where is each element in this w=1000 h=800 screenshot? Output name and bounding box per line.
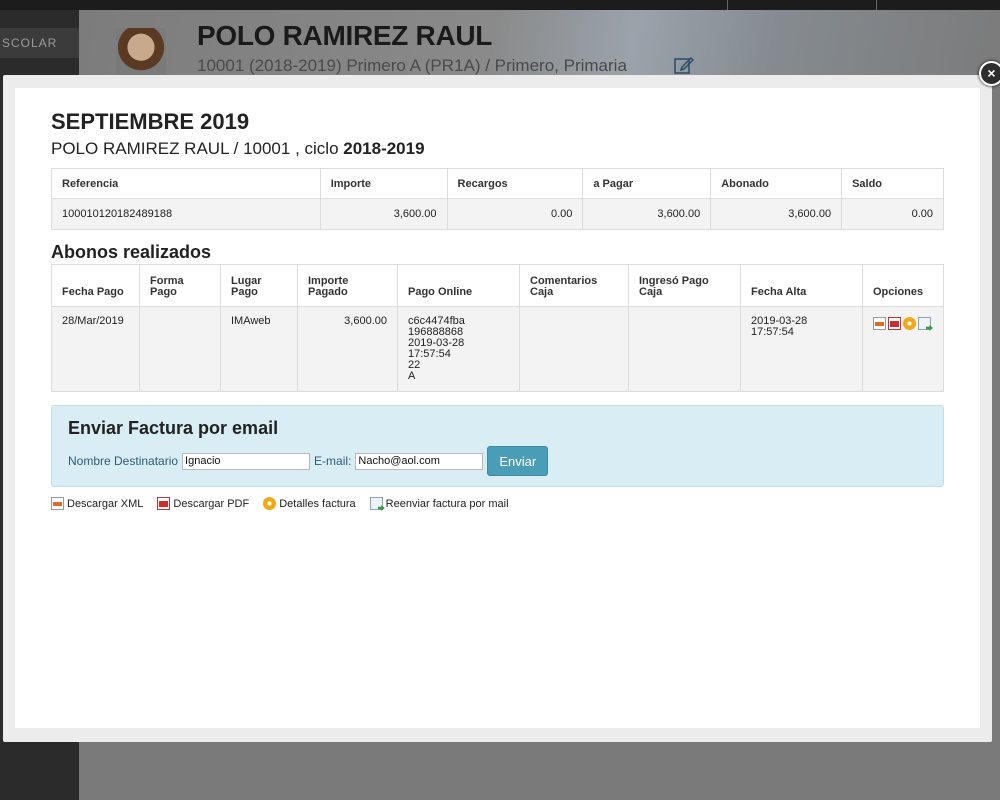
summary-header: Recargos: [446, 168, 584, 199]
summary-header-row: Referencia Importe Recargos a Pagar Abon…: [51, 168, 944, 199]
student-enrollment: 10001 (2018-2019) Primero A (PR1A) / Pri…: [197, 56, 627, 75]
mail-forward-icon: [369, 497, 383, 510]
summary-header: Referencia: [51, 168, 321, 199]
top-bar-divider: [727, 0, 728, 10]
close-icon[interactable]: ×: [979, 61, 1000, 86]
summary-header: Saldo: [841, 168, 944, 199]
invoice-actions: Descargar XML Descargar PDF Detalles fac…: [51, 497, 509, 510]
abonos-header: Pago Online: [397, 264, 520, 307]
top-bar-divider: [876, 0, 877, 10]
subtitle-cycle: 2018-2019: [343, 139, 425, 158]
top-bar: [79, 0, 1000, 10]
summary-header: Importe: [319, 168, 448, 199]
a-pagar-cell: 3,600.00: [582, 198, 712, 230]
subtitle-student: POLO RAMIREZ RAUL / 10001 , ciclo: [51, 139, 344, 158]
student-name: POLO RAMIREZ RAUL: [197, 20, 493, 51]
recargos-cell: 0.00: [446, 198, 584, 230]
pago-online-cell: c6c4474fba 196888868 2019-03-28 17:57:54…: [397, 306, 520, 392]
lugar-pago-cell: IMAweb: [220, 306, 298, 392]
pdf-file-icon: [157, 497, 171, 510]
xml-file-icon[interactable]: [873, 317, 886, 330]
modal-body: SEPTIEMBRE 2019 POLO RAMIREZ RAUL / 1000…: [15, 88, 980, 728]
recipient-name-label: Nombre Destinatario: [68, 454, 179, 468]
email-label: E-mail:: [314, 454, 352, 468]
saldo-cell: 0.00: [841, 198, 944, 230]
comentarios-caja-cell: [519, 306, 629, 392]
invoice-subtitle: POLO RAMIREZ RAUL / 10001 , ciclo 2018-2…: [51, 139, 425, 159]
abonos-header: Importe Pagado: [297, 264, 398, 307]
summary-header: a Pagar: [582, 168, 712, 199]
table-row: 100010120182489188 3,600.00 0.00 3,600.0…: [51, 198, 944, 230]
abonos-header: Lugar Pago: [220, 264, 298, 307]
pdf-file-icon[interactable]: [888, 317, 901, 330]
email-input[interactable]: [355, 452, 484, 470]
email-panel-title: Enviar Factura por email: [68, 418, 279, 438]
invoice-details-label: Detalles factura: [279, 497, 356, 510]
download-xml-label: Descargar XML: [67, 497, 144, 510]
invoice-modal: SEPTIEMBRE 2019 POLO RAMIREZ RAUL / 1000…: [3, 75, 992, 742]
gear-icon[interactable]: [903, 317, 916, 330]
invoice-details-link[interactable]: Detalles factura: [263, 497, 356, 510]
abonos-header: Fecha Alta: [740, 264, 863, 307]
opciones-cell: [862, 306, 944, 392]
abonado-cell: 3,600.00: [710, 198, 843, 230]
resend-invoice-label: Reenviar factura por mail: [385, 497, 509, 510]
ingreso-pago-caja-cell: [628, 306, 741, 392]
xml-file-icon: [51, 497, 64, 510]
summary-table: Referencia Importe Recargos a Pagar Abon…: [51, 168, 944, 230]
download-pdf-link[interactable]: Descargar PDF: [157, 497, 249, 510]
forma-pago-cell: [139, 306, 221, 392]
edit-icon[interactable]: [674, 56, 695, 74]
abonos-header: Fecha Pago: [51, 264, 140, 307]
download-pdf-label: Descargar PDF: [173, 497, 250, 510]
gear-icon: [263, 497, 277, 510]
abonos-header: Comentarios Caja: [519, 264, 629, 307]
abonos-title: Abonos realizados: [51, 242, 212, 262]
send-button[interactable]: Enviar: [487, 446, 549, 476]
importe-pagado-cell: 3,600.00: [297, 306, 398, 392]
resend-invoice-link[interactable]: Reenviar factura por mail: [369, 497, 509, 510]
abonos-header: Opciones: [862, 264, 944, 307]
abonos-header: Ingresó Pago Caja: [628, 264, 741, 307]
sidebar-top-strip: [0, 0, 79, 10]
download-xml-link[interactable]: Descargar XML: [51, 497, 143, 510]
sidebar-item-escolar[interactable]: SCOLAR: [0, 28, 79, 58]
month-title: SEPTIEMBRE 2019: [51, 109, 250, 134]
email-invoice-panel: Enviar Factura por email Nombre Destinat…: [51, 405, 944, 487]
option-icons: [873, 317, 933, 330]
email-form-row: Nombre Destinatario E-mail: Enviar: [68, 446, 549, 476]
recipient-name-input[interactable]: [182, 452, 311, 470]
referencia-cell: 100010120182489188: [51, 198, 321, 230]
fecha-pago-cell: 28/Mar/2019: [51, 306, 140, 392]
abonos-header: Forma Pago: [139, 264, 221, 307]
fecha-alta-cell: 2019-03-28 17:57:54: [740, 306, 863, 392]
avatar: [116, 28, 166, 76]
summary-header: Abonado: [710, 168, 843, 199]
table-row: 28/Mar/2019 IMAweb 3,600.00 c6c4474fba 1…: [51, 306, 944, 392]
abonos-table: Fecha Pago Forma Pago Lugar Pago Importe…: [51, 264, 944, 392]
mail-forward-icon[interactable]: [918, 317, 931, 330]
abonos-header-row: Fecha Pago Forma Pago Lugar Pago Importe…: [51, 264, 944, 307]
importe-cell: 3,600.00: [319, 198, 448, 230]
